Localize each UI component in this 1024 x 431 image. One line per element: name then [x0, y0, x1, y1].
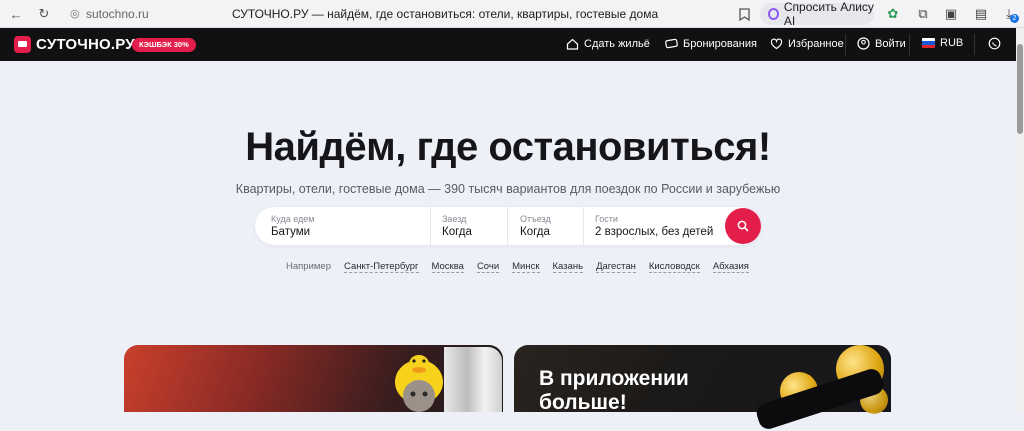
- downloads-badge: 2: [1010, 14, 1019, 23]
- checkout-value: Когда: [520, 226, 550, 238]
- collections-icon[interactable]: ▣: [942, 5, 960, 23]
- hero-subtitle: Квартиры, отели, гостевые дома — 390 тыс…: [235, 182, 781, 196]
- guests-field[interactable]: Гости 2 взрослых, без детей: [584, 207, 724, 245]
- example-city-link[interactable]: Дагестан: [596, 261, 636, 273]
- browser-toolbar: ← ↻ ◎ sutochno.ru СУТОЧНО.РУ — найдём, г…: [0, 0, 1024, 28]
- downloads-icon[interactable]: ⤓ 2: [1000, 5, 1019, 23]
- page-scrollbar[interactable]: [1016, 28, 1024, 412]
- nav-login[interactable]: Войти: [857, 37, 906, 50]
- nav-favorites[interactable]: Избранное: [770, 37, 844, 50]
- notes-icon[interactable]: ▤: [972, 5, 990, 23]
- divider: [909, 34, 910, 55]
- site-header: СУТОЧНО.РУ КЭШБЭК 30% Сдать жильё Бронир…: [0, 28, 1016, 61]
- checkin-field[interactable]: Заезд Когда: [431, 207, 507, 245]
- currency-label: RUB: [940, 37, 964, 49]
- site-info-icon[interactable]: ◎: [70, 7, 80, 20]
- extension-icon[interactable]: ✿: [884, 5, 902, 23]
- url-domain: sutochno.ru: [86, 7, 149, 21]
- example-city-link[interactable]: Минск: [512, 261, 540, 273]
- ask-alisa-button[interactable]: Спросить Алису AI: [760, 0, 874, 28]
- logo-mark-icon: [14, 36, 31, 53]
- ask-alisa-label: Спросить Алису AI: [783, 0, 874, 28]
- nav-login-label: Войти: [875, 37, 906, 50]
- destination-field[interactable]: Куда едем Батуми: [255, 207, 430, 245]
- nav-favorites-label: Избранное: [788, 37, 844, 50]
- nav-bookings-label: Бронирования: [683, 37, 757, 50]
- page-title-in-address: СУТОЧНО.РУ — найдём, где остановиться: о…: [232, 7, 659, 21]
- example-city-link[interactable]: Москва: [431, 261, 464, 273]
- user-icon: [857, 37, 870, 50]
- ticket-icon: [665, 37, 678, 50]
- example-city-link[interactable]: Абхазия: [712, 261, 749, 273]
- house-icon: [566, 37, 579, 50]
- back-arrow-icon[interactable]: ←: [6, 4, 26, 24]
- checkout-label: Отъезд: [520, 214, 551, 224]
- examples-label: Например: [286, 261, 331, 272]
- popular-destinations: Например Санкт-Петербург Москва Сочи Мин…: [286, 261, 749, 273]
- building-image: [444, 347, 502, 412]
- cashback-badge[interactable]: КЭШБЭК 30%: [132, 38, 196, 52]
- example-city-link[interactable]: Санкт-Петербург: [343, 261, 419, 273]
- guests-value: 2 взрослых, без детей: [595, 226, 714, 238]
- nav-bookings[interactable]: Бронирования: [665, 37, 757, 50]
- nav-rent-out-label: Сдать жильё: [584, 37, 650, 50]
- destination-value: Батуми: [271, 226, 311, 238]
- example-city-link[interactable]: Казань: [552, 261, 584, 273]
- bookmark-icon[interactable]: [734, 4, 754, 24]
- logo-text: СУТОЧНО.РУ: [36, 36, 135, 53]
- guests-label: Гости: [595, 214, 618, 224]
- address-bar[interactable]: ◎ sutochno.ru СУТОЧНО.РУ — найдём, где о…: [64, 3, 796, 25]
- search-icon: [737, 220, 749, 232]
- checkin-value: Когда: [442, 226, 472, 238]
- destination-label: Куда едем: [271, 214, 315, 224]
- search-button[interactable]: [725, 208, 761, 244]
- checkout-field[interactable]: Отъезд Когда: [508, 207, 583, 245]
- divider: [974, 34, 975, 55]
- app-promo-title: В приложении больше!: [539, 367, 689, 414]
- scrollbar-thumb[interactable]: [1017, 44, 1023, 134]
- cat-in-duck-hat-image: [395, 355, 443, 412]
- hero-title: Найдём, где остановиться!: [245, 125, 771, 169]
- divider: [845, 34, 846, 55]
- alisa-icon: [768, 8, 779, 20]
- logo[interactable]: СУТОЧНО.РУ: [14, 36, 135, 53]
- example-city-link[interactable]: Кисловодск: [648, 261, 700, 273]
- puzzle-icon[interactable]: ⧉: [914, 5, 932, 23]
- example-city-link[interactable]: Сочи: [476, 261, 500, 273]
- chat-icon: [988, 37, 1001, 50]
- nav-rent-out[interactable]: Сдать жильё: [566, 37, 650, 50]
- heart-icon: [770, 37, 783, 50]
- search-form: Куда едем Батуми Заезд Когда Отъезд Когд…: [255, 207, 761, 245]
- currency-selector[interactable]: RUB: [922, 37, 963, 49]
- russia-flag-icon: [922, 38, 935, 48]
- support-chat-button[interactable]: [988, 37, 1001, 50]
- reload-icon[interactable]: ↻: [34, 4, 54, 24]
- checkin-label: Заезд: [442, 214, 467, 224]
